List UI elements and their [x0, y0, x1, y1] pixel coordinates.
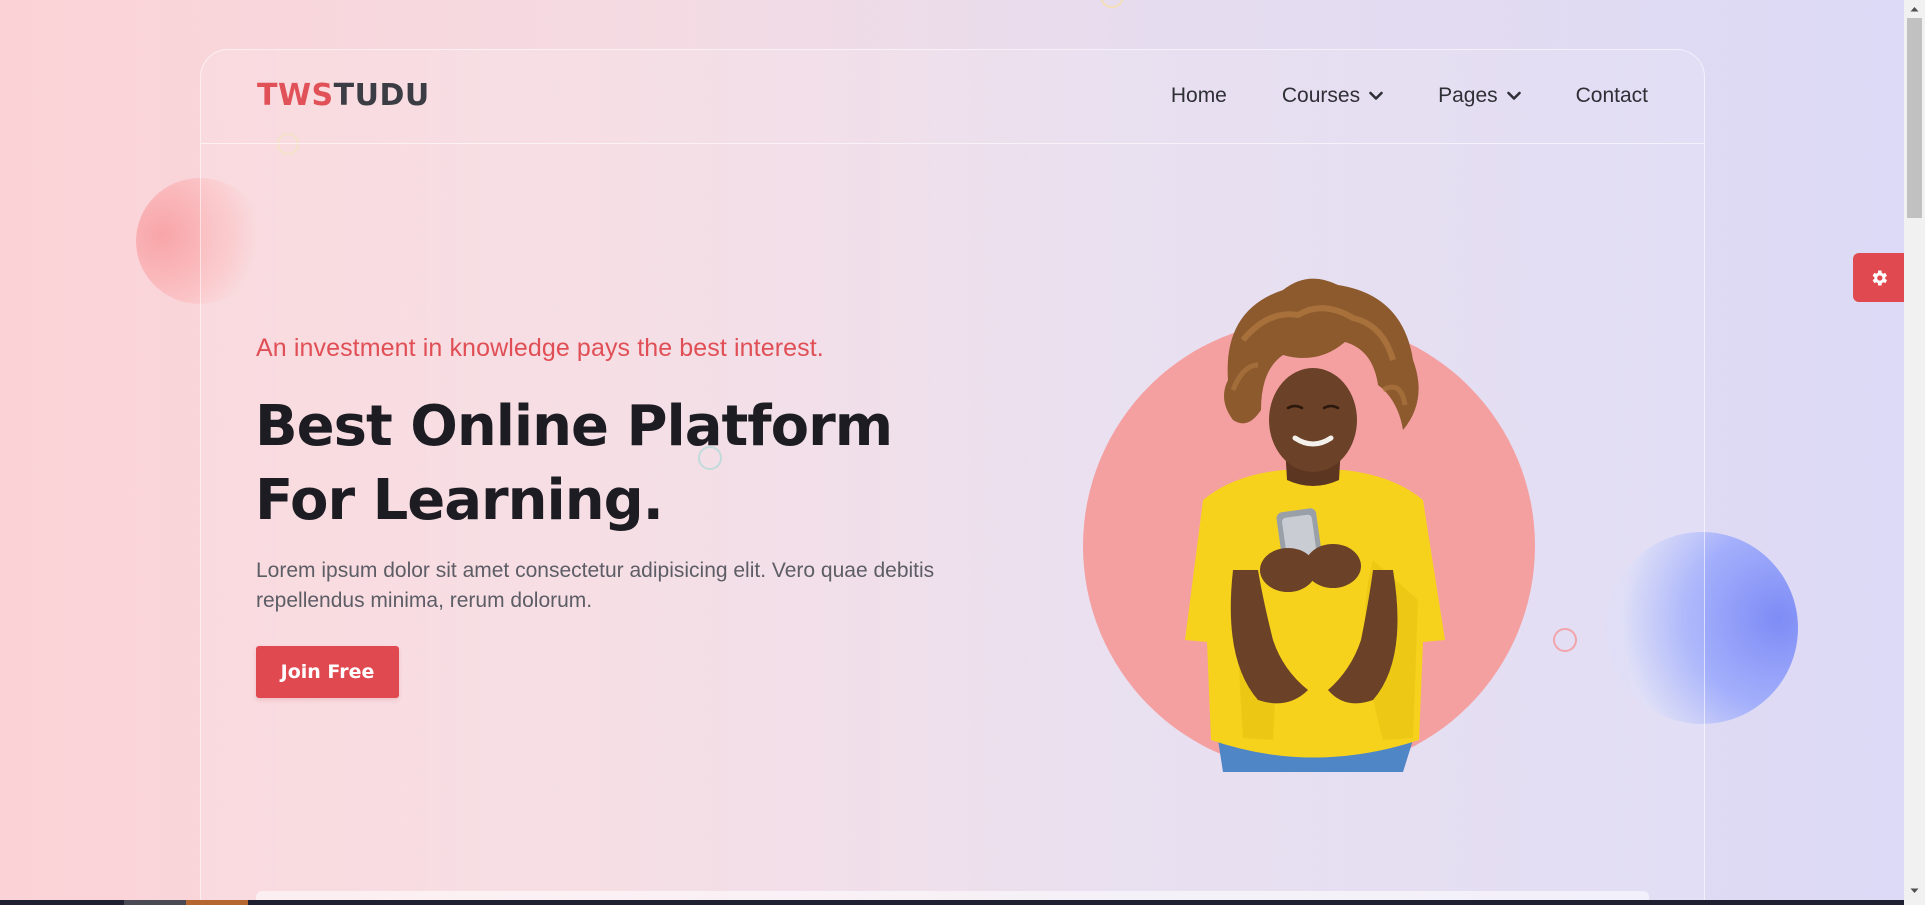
- navbar: TWSTUDU Home Courses Pages Contact: [201, 50, 1704, 144]
- logo-text: TUDU: [333, 78, 430, 113]
- chevron-down-icon: [1506, 91, 1521, 100]
- scroll-down-arrow-icon[interactable]: [1904, 882, 1925, 899]
- preview-segment: [124, 900, 186, 905]
- nav-item-label: Pages: [1438, 84, 1498, 107]
- decorative-ring: [1100, 0, 1124, 8]
- site-logo[interactable]: TWSTUDU: [257, 78, 430, 114]
- nav-item-label: Courses: [1281, 84, 1361, 107]
- vertical-scrollbar[interactable]: [1904, 0, 1925, 905]
- hero-tagline: An investment in knowledge pays the best…: [256, 334, 824, 362]
- settings-button[interactable]: [1853, 253, 1904, 302]
- hero-title-line: For Learning.: [255, 468, 664, 533]
- nav-item-label: Home: [1170, 84, 1227, 107]
- join-free-button[interactable]: Join Free: [256, 646, 399, 698]
- hero-title: Best Online Platform For Learning.: [255, 390, 895, 538]
- nav-item-courses[interactable]: Courses: [1282, 78, 1383, 114]
- next-section-edge: [256, 891, 1649, 900]
- main-nav: Home Courses Pages Contact: [1171, 78, 1648, 114]
- logo-text-accent: TWS: [257, 78, 334, 113]
- chevron-down-icon: [1369, 91, 1383, 100]
- nav-item-home[interactable]: Home: [1171, 78, 1227, 114]
- next-section-preview: [0, 900, 1904, 905]
- gear-icon: [1872, 270, 1887, 285]
- preview-segment: [186, 900, 248, 905]
- scroll-up-arrow-icon[interactable]: [1904, 0, 1925, 17]
- nav-item-contact[interactable]: Contact: [1576, 78, 1648, 114]
- scrollbar-thumb[interactable]: [1907, 18, 1922, 218]
- nav-item-label: Contact: [1575, 84, 1648, 107]
- nav-item-pages[interactable]: Pages: [1438, 78, 1521, 114]
- hero-title-line: Best Online Platform: [255, 394, 893, 459]
- hero-person-image: [1185, 278, 1445, 772]
- hero-description: Lorem ipsum dolor sit amet consectetur a…: [256, 559, 935, 612]
